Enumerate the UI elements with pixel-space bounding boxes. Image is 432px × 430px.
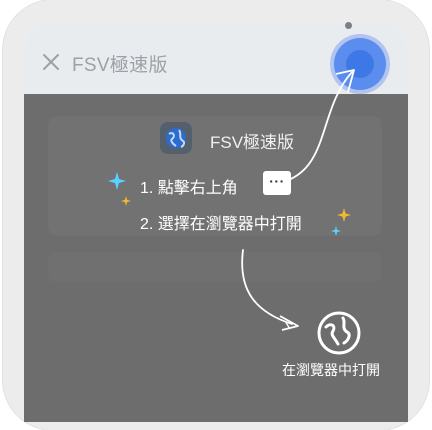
guide-arrows: [241, 69, 355, 331]
app-name: FSV極速版: [210, 133, 295, 152]
step-two-text: 2. 選擇在瀏覽器中打開: [140, 216, 302, 233]
sparkle-icon: [121, 196, 131, 206]
globe-icon[interactable]: [316, 310, 362, 356]
globe-app-icon: [160, 122, 192, 154]
open-in-browser-label: 在瀏覽器中打開: [282, 362, 380, 378]
step-one-text: 1. 點擊右上角: [140, 180, 238, 197]
sparkle-icon: [337, 208, 351, 222]
sparkle-icon: [331, 226, 341, 236]
more-options-button[interactable]: ···: [263, 171, 291, 195]
sparkle-icon: [108, 172, 126, 190]
